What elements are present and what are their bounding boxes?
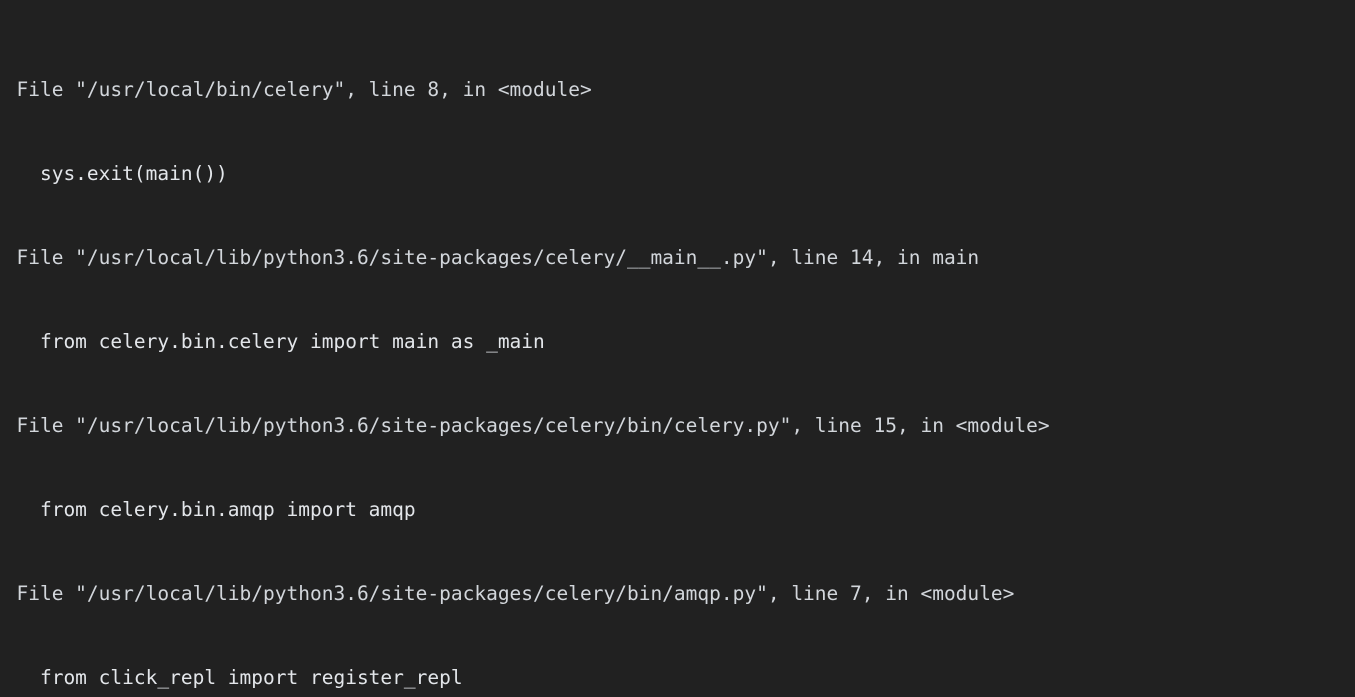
traceback-line: File "/usr/local/lib/python3.6/site-pack… [0, 580, 1355, 608]
traceback-line: sys.exit(main()) [0, 160, 1355, 188]
traceback-text: from celery.bin.celery import main as _m… [0, 330, 545, 353]
terminal-screen[interactable]: File "/usr/local/bin/celery", line 8, in… [0, 0, 1355, 697]
traceback-line: from click_repl import register_repl [0, 664, 1355, 692]
traceback-text: File "/usr/local/lib/python3.6/site-pack… [0, 582, 1015, 605]
traceback-text: File "/usr/local/lib/python3.6/site-pack… [0, 414, 1050, 437]
traceback-line: File "/usr/local/lib/python3.6/site-pack… [0, 412, 1355, 440]
traceback-text: sys.exit(main()) [0, 162, 228, 185]
traceback-line: from celery.bin.amqp import amqp [0, 496, 1355, 524]
traceback-line: File "/usr/local/bin/celery", line 8, in… [0, 76, 1355, 104]
traceback-text: from celery.bin.amqp import amqp [0, 498, 416, 521]
traceback-line: File "/usr/local/lib/python3.6/site-pack… [0, 244, 1355, 272]
traceback-text: File "/usr/local/lib/python3.6/site-pack… [0, 246, 980, 269]
traceback-text: File "/usr/local/bin/celery", line 8, in… [0, 78, 592, 101]
traceback-text: from click_repl import register_repl [0, 666, 463, 689]
traceback-line: from celery.bin.celery import main as _m… [0, 328, 1355, 356]
terminal-window[interactable]: File "/usr/local/bin/celery", line 8, in… [0, 0, 1355, 697]
